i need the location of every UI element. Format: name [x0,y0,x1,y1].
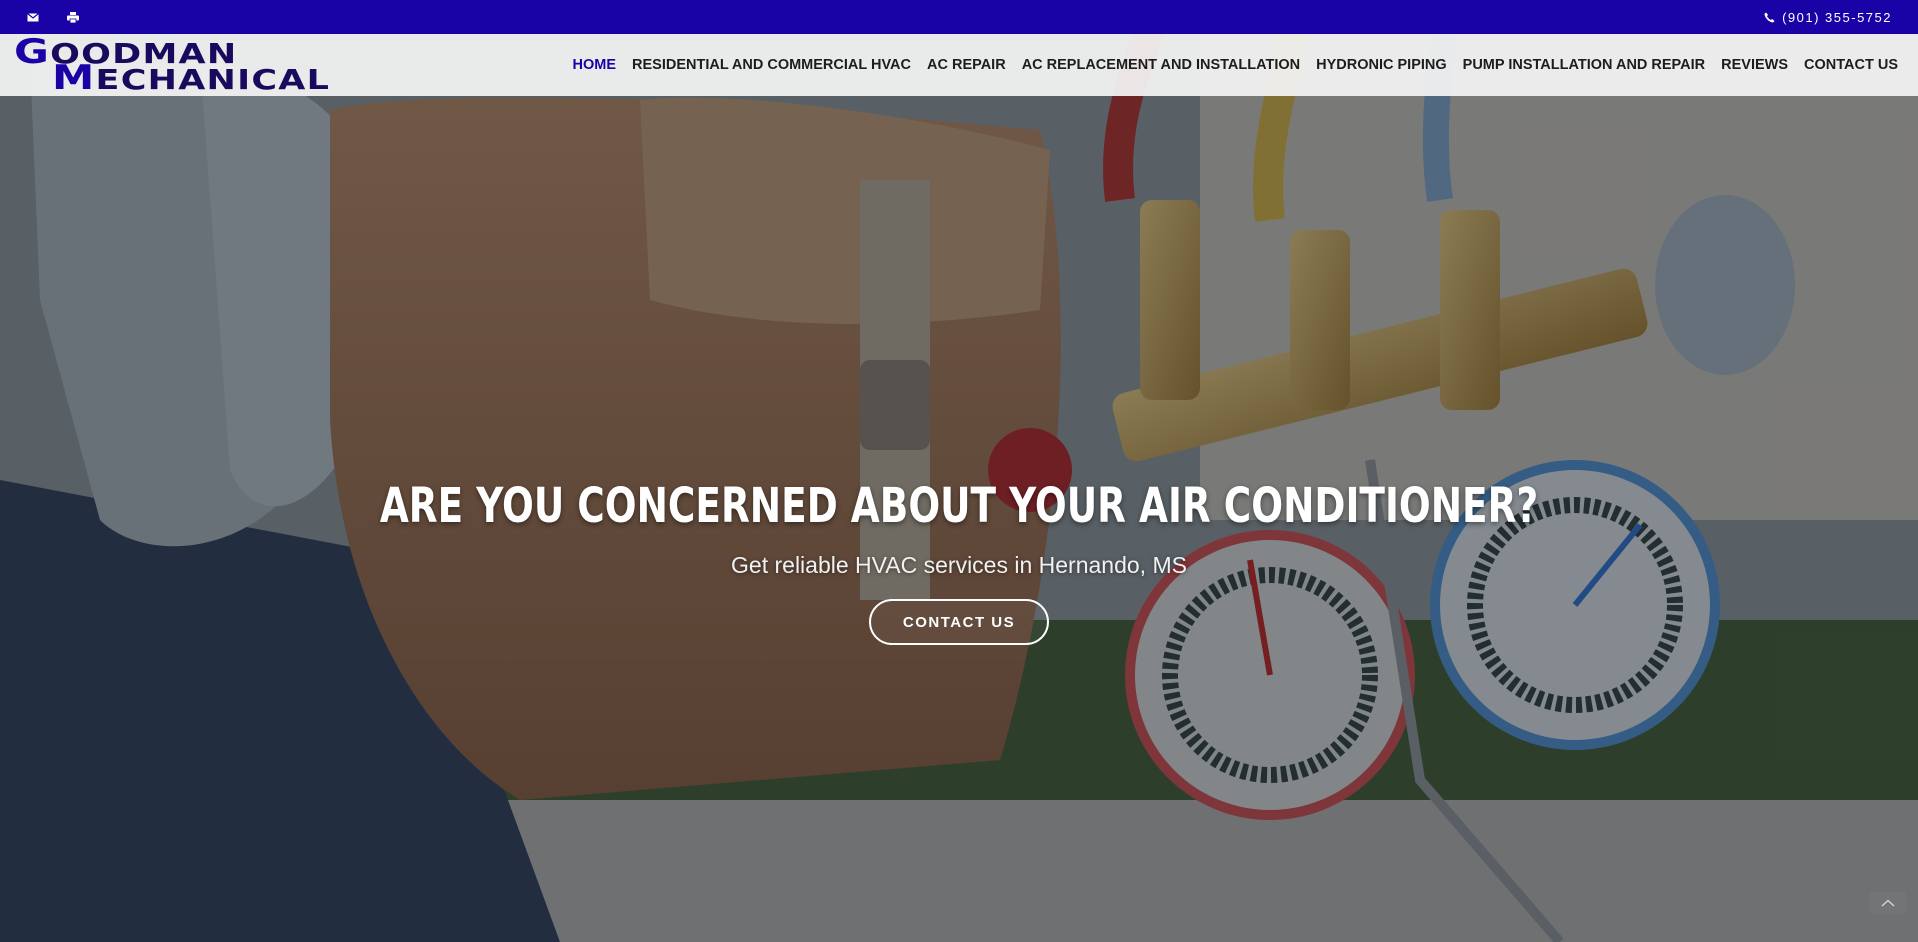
main-nav: HOME RESIDENTIAL AND COMMERCIAL HVAC AC … [565,57,1907,73]
chevron-up-icon [1881,894,1895,912]
hero-title: ARE YOU CONCERNED ABOUT YOUR AIR CONDITI… [379,478,1539,534]
phone-icon [1762,10,1776,24]
topbar-phone[interactable]: (901) 355-5752 [1762,10,1892,25]
scroll-to-top-button[interactable] [1870,892,1906,914]
top-utility-bar: (901) 355-5752 [0,0,1918,34]
nav-item-pump-installation[interactable]: PUMP INSTALLATION AND REPAIR [1455,57,1713,73]
envelope-icon[interactable] [26,10,40,24]
logo-line-2: MECHANICAL [52,58,331,98]
site-header: GOODMAN MECHANICAL HOME RESIDENTIAL AND … [0,34,1918,96]
hero-content: ARE YOU CONCERNED ABOUT YOUR AIR CONDITI… [0,478,1918,645]
nav-item-home[interactable]: HOME [565,57,625,73]
nav-item-ac-replacement[interactable]: AC REPLACEMENT AND INSTALLATION [1014,57,1308,73]
nav-item-reviews[interactable]: REVIEWS [1713,57,1796,73]
hero-overlay [0,0,1918,942]
hero-section: ARE YOU CONCERNED ABOUT YOUR AIR CONDITI… [0,0,1918,942]
hero-contact-button[interactable]: CONTACT US [868,599,1050,645]
topbar-icons [26,10,80,24]
nav-item-contact-us[interactable]: CONTACT US [1796,57,1906,73]
nav-item-ac-repair[interactable]: AC REPAIR [919,57,1014,73]
printer-icon[interactable] [66,10,80,24]
company-logo[interactable]: GOODMAN MECHANICAL [14,35,329,95]
nav-item-residential-commercial-hvac[interactable]: RESIDENTIAL AND COMMERCIAL HVAC [624,57,919,73]
nav-item-hydronic-piping[interactable]: HYDRONIC PIPING [1308,57,1455,73]
phone-number: (901) 355-5752 [1782,9,1892,25]
hero-subtitle: Get reliable HVAC services in Hernando, … [731,552,1187,578]
